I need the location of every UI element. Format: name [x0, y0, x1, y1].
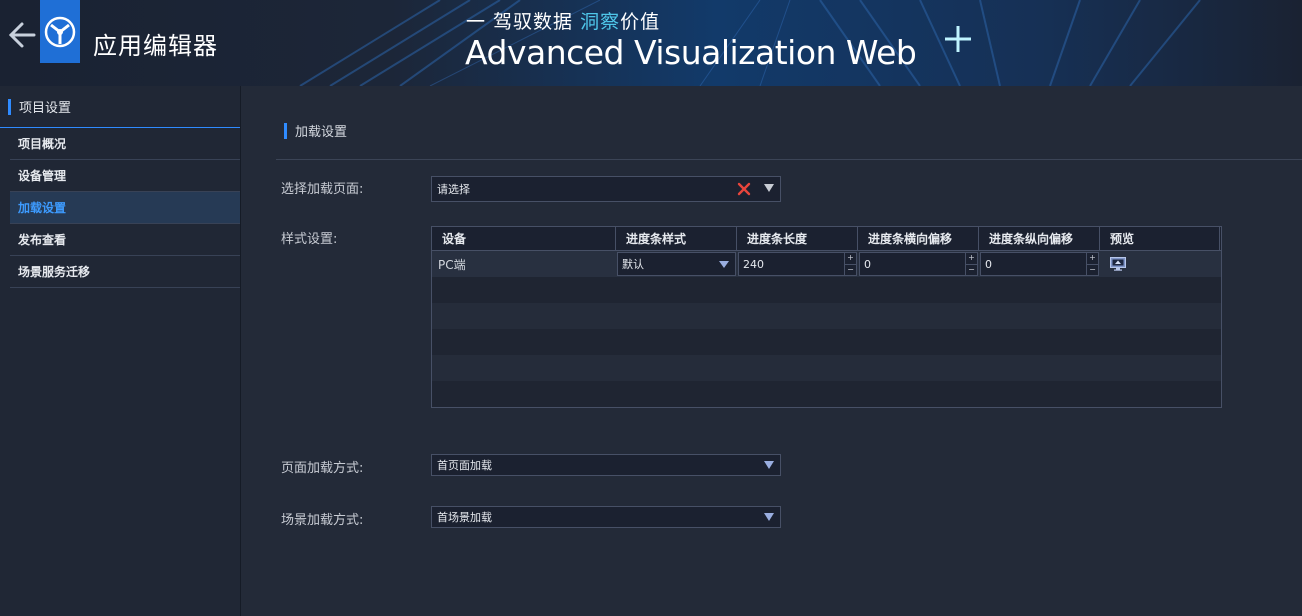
page-load-value: 首页面加载	[437, 459, 492, 472]
bar-length-value: 240	[743, 257, 764, 271]
back-button[interactable]	[6, 20, 36, 50]
chevron-down-icon	[764, 513, 774, 521]
app-logo	[40, 0, 80, 63]
sidebar-item-scene-migration[interactable]: 场景服务迁移	[10, 256, 240, 288]
sidebar-item-overview[interactable]: 项目概况	[10, 128, 240, 160]
device-cell: PC端	[438, 257, 466, 272]
logo-icon	[44, 16, 76, 47]
style-settings-label: 样式设置:	[281, 232, 338, 247]
decrement-button[interactable]: −	[845, 265, 856, 276]
table-row-empty	[432, 329, 1221, 355]
v-offset-cell: 0 + −	[979, 251, 1100, 277]
header-slogan: 一 驾驭数据 洞察价值	[466, 7, 660, 34]
table-row-empty	[432, 303, 1221, 329]
column-header-v-offset: 进度条纵向偏移	[979, 227, 1100, 250]
sidebar: 项目设置 项目概况 设备管理 加载设置 发布查看 场景服务迁移	[0, 86, 241, 616]
slogan-prefix: 一 驾驭数据	[466, 11, 581, 33]
increment-button[interactable]: +	[1087, 253, 1098, 265]
chevron-down-icon	[764, 461, 774, 469]
select-page-placeholder: 请选择	[437, 183, 470, 196]
style-settings-table: 设备 进度条样式 进度条长度 进度条横向偏移 进度条纵向偏移 预览 PC端 默认…	[431, 226, 1222, 408]
app-header: 应用编辑器 一 驾驭数据 洞察价值 Advanced Visualization…	[0, 0, 1302, 86]
section-divider	[276, 159, 1302, 160]
bar-style-value: 默认	[622, 258, 644, 271]
select-page-dropdown[interactable]: 请选择	[431, 176, 781, 202]
arrow-left-icon	[8, 22, 36, 48]
sidebar-item-load-settings[interactable]: 加载设置	[10, 192, 240, 224]
brand-title: Advanced Visualization Web	[465, 33, 917, 72]
sidebar-heading-label: 项目设置	[19, 101, 72, 116]
bar-length-cell: 240 + −	[737, 251, 858, 277]
sidebar-item-device-management[interactable]: 设备管理	[10, 160, 240, 192]
stepper-buttons: + −	[844, 253, 856, 275]
chevron-down-icon	[719, 261, 729, 268]
page-load-label: 页面加载方式:	[281, 461, 364, 476]
table-row: PC端 默认 240 + − 0 + − 0 + −	[432, 251, 1221, 277]
clear-x-icon[interactable]	[736, 181, 752, 197]
table-row-empty	[432, 277, 1221, 303]
decrement-button[interactable]: −	[1087, 265, 1098, 276]
table-header: 设备 进度条样式 进度条长度 进度条横向偏移 进度条纵向偏移 预览	[432, 227, 1221, 251]
h-offset-value: 0	[864, 257, 871, 271]
chevron-down-icon	[764, 184, 774, 192]
app-title: 应用编辑器	[93, 32, 218, 60]
heading-accent-bar	[8, 98, 11, 115]
select-page-label: 选择加载页面:	[281, 182, 364, 197]
column-header-h-offset: 进度条横向偏移	[858, 227, 979, 250]
sidebar-item-publish-view[interactable]: 发布查看	[10, 224, 240, 256]
bar-length-stepper[interactable]: 240 + −	[738, 252, 857, 276]
section-title: 加载设置	[284, 121, 347, 140]
scene-load-dropdown[interactable]: 首场景加载	[431, 506, 781, 528]
bar-style-dropdown[interactable]: 默认	[617, 252, 736, 276]
decrement-button[interactable]: −	[966, 265, 977, 276]
column-header-device: 设备	[432, 227, 616, 250]
section-title-label: 加载设置	[295, 125, 348, 140]
table-row-empty	[432, 355, 1221, 381]
scene-load-value: 首场景加载	[437, 511, 492, 524]
v-offset-stepper[interactable]: 0 + −	[980, 252, 1099, 276]
v-offset-value: 0	[985, 257, 992, 271]
column-header-bar-length: 进度条长度	[737, 227, 858, 250]
increment-button[interactable]: +	[845, 253, 856, 265]
increment-button[interactable]: +	[966, 253, 977, 265]
section-accent-bar	[284, 122, 287, 139]
h-offset-cell: 0 + −	[858, 251, 979, 277]
monitor-icon[interactable]	[1110, 257, 1126, 271]
scene-load-label: 场景加载方式:	[281, 513, 364, 528]
sparkle-plus-icon	[945, 26, 971, 52]
main-panel: 加载设置 选择加载页面: 请选择 样式设置: 设备 进度条样式 进度条长度 进度…	[241, 86, 1302, 616]
sidebar-heading: 项目设置	[0, 86, 240, 128]
slogan-suffix: 价值	[620, 11, 661, 33]
stepper-buttons: + −	[1086, 253, 1098, 275]
h-offset-stepper[interactable]: 0 + −	[859, 252, 978, 276]
preview-cell	[1100, 251, 1220, 277]
slogan-highlight: 洞察	[580, 11, 621, 33]
column-header-bar-style: 进度条样式	[616, 227, 737, 250]
stepper-buttons: + −	[965, 253, 977, 275]
page-load-dropdown[interactable]: 首页面加载	[431, 454, 781, 476]
bar-style-cell: 默认	[616, 251, 737, 277]
column-header-preview: 预览	[1100, 227, 1220, 250]
table-row-empty	[432, 381, 1221, 407]
